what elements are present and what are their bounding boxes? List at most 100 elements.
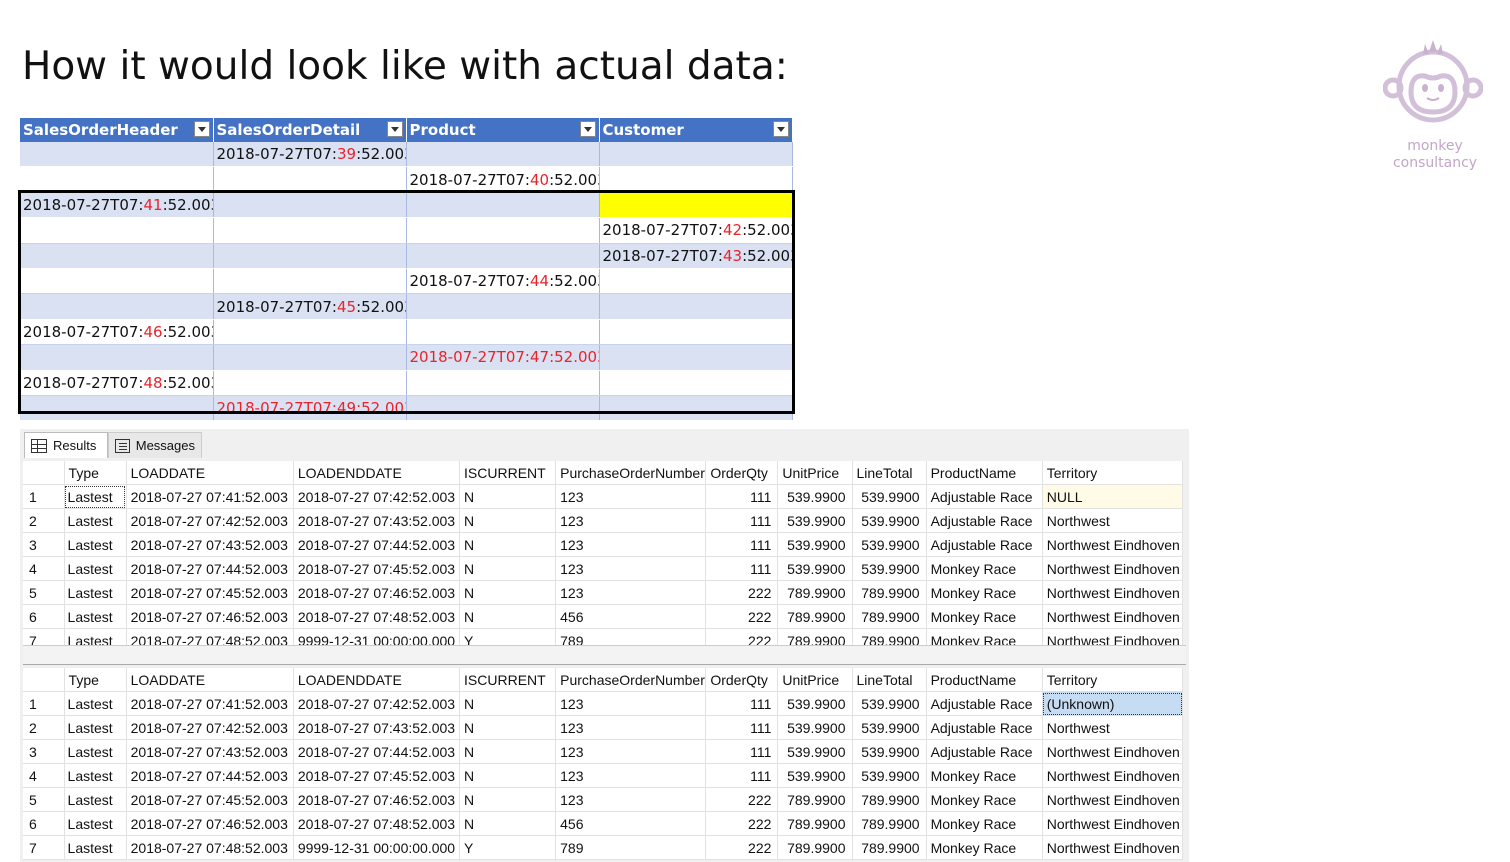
grid-cell[interactable]: 222 bbox=[705, 835, 779, 860]
grid-cell[interactable]: 789 bbox=[555, 835, 707, 860]
excel-header-salesorderheader[interactable]: SalesOrderHeader bbox=[20, 118, 214, 142]
filter-dropdown-icon[interactable] bbox=[193, 121, 210, 137]
grid-cell[interactable]: Y bbox=[459, 835, 557, 860]
grid-cell[interactable]: Northwest Eindhoven bbox=[1042, 580, 1184, 605]
grid-cell[interactable]: Adjustable Race bbox=[926, 715, 1043, 740]
excel-cell[interactable] bbox=[406, 395, 600, 422]
grid-cell[interactable]: Northwest bbox=[1042, 715, 1184, 740]
grid-cell[interactable]: 789.9900 bbox=[852, 580, 927, 605]
excel-cell[interactable] bbox=[406, 370, 600, 396]
grid-cell[interactable]: Monkey Race bbox=[926, 556, 1043, 581]
grid-cell[interactable]: N bbox=[459, 811, 557, 836]
row-number[interactable]: 4 bbox=[23, 763, 65, 788]
filter-dropdown-icon[interactable] bbox=[772, 121, 789, 137]
grid-cell[interactable]: 789.9900 bbox=[852, 835, 927, 860]
grid-cell[interactable]: 111 bbox=[705, 763, 779, 788]
grid-cell[interactable]: 111 bbox=[705, 715, 779, 740]
excel-header-customer[interactable]: Customer bbox=[599, 118, 793, 142]
grid-cell[interactable]: Lastest bbox=[64, 715, 127, 740]
excel-cell[interactable] bbox=[599, 319, 793, 346]
column-header-purchaseordernumber[interactable]: PurchaseOrderNumber bbox=[555, 668, 707, 692]
excel-cell[interactable] bbox=[599, 344, 793, 371]
grid-cell[interactable]: 2018-07-27 07:43:52.003 bbox=[293, 715, 461, 740]
row-number-header[interactable] bbox=[23, 461, 65, 485]
grid-cell[interactable]: 123 bbox=[555, 739, 707, 764]
grid-cell[interactable]: Adjustable Race bbox=[926, 691, 1043, 716]
row-number[interactable]: 6 bbox=[23, 811, 65, 836]
excel-cell-value[interactable]: 2018-07-27T07:48:52.003 bbox=[20, 370, 214, 396]
grid-cell[interactable]: 2018-07-27 07:45:52.003 bbox=[126, 787, 294, 812]
column-header-productname[interactable]: ProductName bbox=[926, 668, 1043, 692]
column-header-orderqty[interactable]: OrderQty bbox=[705, 461, 779, 485]
grid-cell[interactable]: 539.9900 bbox=[852, 691, 927, 716]
grid-cell[interactable]: Monkey Race bbox=[926, 580, 1043, 605]
grid-cell[interactable]: 123 bbox=[555, 715, 707, 740]
grid-cell[interactable]: 111 bbox=[705, 508, 779, 533]
grid-cell[interactable]: Lastest bbox=[64, 811, 127, 836]
filter-dropdown-icon[interactable] bbox=[579, 121, 596, 137]
grid-cell[interactable]: N bbox=[459, 532, 557, 557]
excel-cell[interactable] bbox=[406, 217, 600, 244]
grid-cell[interactable]: 2018-07-27 07:46:52.003 bbox=[126, 604, 294, 629]
grid-cell[interactable]: 456 bbox=[555, 604, 707, 629]
excel-cell-highlighted[interactable] bbox=[599, 192, 793, 219]
grid-cell[interactable]: 2018-07-27 07:43:52.003 bbox=[126, 739, 294, 764]
grid-cell[interactable]: 789.9900 bbox=[777, 835, 853, 860]
row-number[interactable]: 5 bbox=[23, 580, 65, 605]
row-number-header[interactable] bbox=[23, 668, 65, 692]
tab-results[interactable]: Results bbox=[24, 432, 108, 458]
excel-cell[interactable] bbox=[406, 319, 600, 346]
grid-cell[interactable]: Northwest Eindhoven bbox=[1042, 811, 1184, 836]
grid-cell[interactable]: Lastest bbox=[64, 787, 127, 812]
excel-cell[interactable] bbox=[599, 166, 793, 193]
column-header-type[interactable]: Type bbox=[64, 461, 127, 485]
excel-cell-value[interactable]: 2018-07-27T07:42:52.003 bbox=[599, 217, 793, 244]
grid-cell[interactable]: 123 bbox=[555, 484, 707, 509]
grid-cell[interactable]: 456 bbox=[555, 811, 707, 836]
grid-cell[interactable]: 2018-07-27 07:42:52.003 bbox=[293, 691, 461, 716]
column-header-loaddate[interactable]: LOADDATE bbox=[126, 668, 294, 692]
excel-header-salesorderdetail[interactable]: SalesOrderDetail bbox=[213, 118, 407, 142]
grid-cell[interactable]: 2018-07-27 07:43:52.003 bbox=[293, 508, 461, 533]
grid-cell[interactable]: N bbox=[459, 787, 557, 812]
grid-cell[interactable]: Northwest Eindhoven bbox=[1042, 556, 1184, 581]
grid-cell[interactable]: 111 bbox=[705, 556, 779, 581]
grid-cell[interactable]: Northwest Eindhoven bbox=[1042, 532, 1184, 557]
excel-cell[interactable] bbox=[213, 166, 407, 193]
grid-cell[interactable]: N bbox=[459, 604, 557, 629]
excel-cell[interactable] bbox=[20, 344, 214, 371]
grid-cell[interactable]: Lastest bbox=[64, 508, 127, 533]
column-header-loadenddate[interactable]: LOADENDDATE bbox=[293, 461, 461, 485]
grid-cell[interactable]: Lastest bbox=[64, 484, 127, 509]
grid-cell[interactable]: N bbox=[459, 580, 557, 605]
excel-cell-value[interactable]: 2018-07-27T07:45:52.003 bbox=[213, 293, 407, 320]
excel-cell[interactable] bbox=[20, 142, 214, 168]
excel-cell[interactable] bbox=[20, 268, 214, 295]
column-header-orderqty[interactable]: OrderQty bbox=[705, 668, 779, 692]
grid-cell[interactable]: 539.9900 bbox=[777, 484, 853, 509]
excel-cell[interactable] bbox=[599, 293, 793, 320]
grid-cell[interactable]: 2018-07-27 07:45:52.003 bbox=[126, 580, 294, 605]
grid-cell[interactable]: 2018-07-27 07:48:52.003 bbox=[293, 811, 461, 836]
grid-cell[interactable]: 222 bbox=[705, 580, 779, 605]
grid-cell[interactable]: Monkey Race bbox=[926, 763, 1043, 788]
column-header-loaddate[interactable]: LOADDATE bbox=[126, 461, 294, 485]
grid-cell[interactable]: 222 bbox=[705, 787, 779, 812]
row-number[interactable]: 2 bbox=[23, 715, 65, 740]
column-header-linetotal[interactable]: LineTotal bbox=[852, 668, 927, 692]
excel-cell-value[interactable]: 2018-07-27T07:47:52.003 bbox=[406, 344, 600, 371]
grid-cell[interactable]: 539.9900 bbox=[777, 556, 853, 581]
grid-cell[interactable]: 9999-12-31 00:00:00.000 bbox=[293, 835, 461, 860]
grid-cell[interactable]: 789.9900 bbox=[777, 604, 853, 629]
grid-cell[interactable]: 123 bbox=[555, 691, 707, 716]
excel-cell-value[interactable]: 2018-07-27T07:49:52.003 bbox=[213, 395, 407, 422]
grid-cell[interactable]: 539.9900 bbox=[777, 715, 853, 740]
row-number[interactable]: 1 bbox=[23, 484, 65, 509]
grid-cell[interactable]: Monkey Race bbox=[926, 811, 1043, 836]
excel-cell[interactable] bbox=[213, 217, 407, 244]
grid-cell[interactable]: 539.9900 bbox=[852, 763, 927, 788]
grid-cell[interactable]: N bbox=[459, 739, 557, 764]
grid-cell[interactable]: 539.9900 bbox=[777, 508, 853, 533]
grid-splitter[interactable] bbox=[23, 645, 1186, 665]
row-number[interactable]: 5 bbox=[23, 787, 65, 812]
